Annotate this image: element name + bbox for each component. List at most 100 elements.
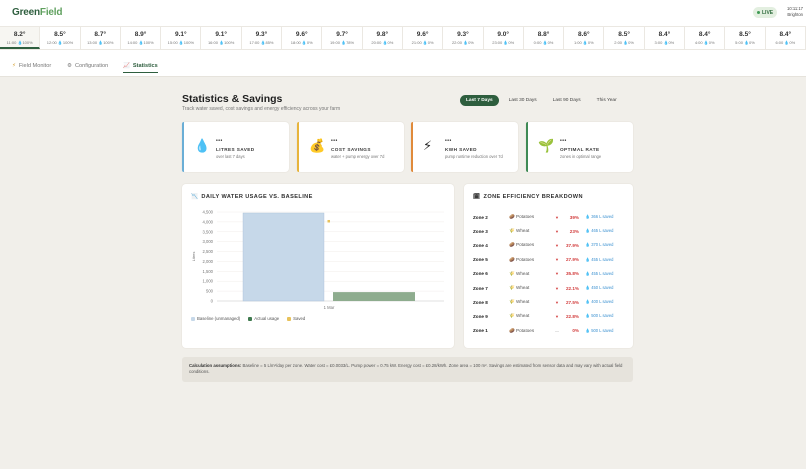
hour-forecast-item[interactable]: 8.5° 2:00 💧0% xyxy=(604,27,645,49)
zone-row[interactable]: Zone 7 🌾 Wheat ▼ 22.1% 💧 450 L saved xyxy=(473,283,623,293)
hour-precip: 0% xyxy=(508,40,515,45)
hour-forecast-item[interactable]: 8.9° 14:00 💧100% xyxy=(121,27,162,49)
card-label: OPTIMAL RATE xyxy=(560,147,600,152)
card-sub: zones in optimal range xyxy=(560,154,602,159)
app-logo[interactable]: GreenField xyxy=(12,7,62,18)
hour-meta: 21:00 💧0% xyxy=(403,40,442,45)
card-kwh-saved: ⚡ ••• KWH SAVED pump runtime reduction o… xyxy=(411,122,518,172)
legend-actual[interactable]: Actual usage xyxy=(248,316,279,321)
hour-precip: 0% xyxy=(468,40,474,45)
zone-row[interactable]: Zone 6 🌾 Wheat ▼ 35.8% 💧 455 L saved xyxy=(473,269,623,279)
hour-temperature: 8.8° xyxy=(537,31,550,38)
hour-meta: 17:00 💧85% xyxy=(242,40,281,45)
hour-meta: 18:00 💧0% xyxy=(282,40,321,45)
hour-forecast-item[interactable]: 8.6° 1:00 💧0% xyxy=(564,27,605,49)
hour-temperature: 9.6° xyxy=(295,31,308,38)
zone-row[interactable]: Zone 2 🥔 Potatoes ▼ 39% 💧 366 L saved xyxy=(473,212,623,222)
hour-time: 2:00 xyxy=(614,40,623,45)
hour-forecast-item[interactable]: 9.7° 19:00 💧78% xyxy=(322,27,363,49)
range-this-year[interactable]: This Year xyxy=(591,95,623,106)
hour-precip: 0% xyxy=(749,40,755,45)
y-tick-label: 4,500 xyxy=(203,210,214,215)
hourly-forecast-strip: 8.2° 11:00 💧100% 8.5° 12:00 💧100% 8.7° 13:00 … xyxy=(0,26,806,50)
hour-time: 16:00 xyxy=(207,40,218,45)
hour-meta: 19:00 💧78% xyxy=(322,40,361,45)
hour-precip: 100% xyxy=(183,40,195,45)
hour-precip: 0% xyxy=(628,40,634,45)
legend-baseline[interactable]: Baseline (unmanaged) xyxy=(191,316,240,321)
y-tick-label: 3,000 xyxy=(203,239,214,244)
zone-row[interactable]: Zone 4 🥔 Potatoes ▼ 37.9% 💧 370 L saved xyxy=(473,240,623,250)
hour-forecast-item[interactable]: 8.5° 12:00 💧100% xyxy=(40,27,81,49)
card-accent xyxy=(411,122,413,172)
y-tick-label: 500 xyxy=(206,289,214,294)
hour-forecast-item[interactable]: 8.5° 5:00 💧0% xyxy=(725,27,766,49)
zone-crop: 🥔 Potatoes xyxy=(509,214,535,219)
zone-reduction-pct: 22.1% xyxy=(565,285,579,291)
hour-forecast-item[interactable]: 8.4° 3:00 💧0% xyxy=(645,27,686,49)
gear-icon: ⚙ xyxy=(67,63,72,69)
hour-temperature: 9.1° xyxy=(175,31,187,38)
zone-row[interactable]: Zone 5 🥔 Potatoes ▼ 27.9% 💧 455 L saved xyxy=(473,255,623,265)
range-last-90-days[interactable]: Last 90 Days xyxy=(547,95,587,106)
hour-precip: 0% xyxy=(306,40,313,45)
card-sub: over last 7 days xyxy=(216,154,245,159)
hour-meta: 16:00 💧100% xyxy=(201,40,240,45)
hour-forecast-item[interactable]: 9.6° 18:00 💧0% xyxy=(282,27,323,49)
hour-forecast-item[interactable]: 8.4° 6:00 💧0% xyxy=(766,27,806,49)
hour-forecast-item[interactable]: 9.3° 22:00 💧0% xyxy=(443,27,484,49)
hour-temperature: 8.2° xyxy=(13,31,26,38)
tab-field-monitor[interactable]: ⚡ Field Monitor xyxy=(12,59,51,73)
hour-forecast-item[interactable]: 8.7° 13:00 💧100% xyxy=(81,27,121,49)
zone-litres-saved: 💧 455 L saved xyxy=(585,270,614,276)
water-usage-chart-panel: 📉 DAILY WATER USAGE VS. BASELINE 0 500 1,00… xyxy=(182,184,454,348)
trend-arrow-icon: — xyxy=(555,328,559,334)
hour-time: 0:00 xyxy=(533,40,542,45)
card-label: KWH SAVED xyxy=(445,147,477,152)
tab-configuration[interactable]: ⚙ Configuration xyxy=(67,59,108,73)
hour-forecast-item[interactable]: 9.1° 15:00 💧100% xyxy=(161,27,202,49)
card-optimal-rate: 🌱 ••• OPTIMAL RATE zones in optimal rang… xyxy=(526,122,633,172)
zone-name: Zone 7 xyxy=(473,285,488,291)
saved-marker xyxy=(327,219,330,223)
zone-name: Zone 4 xyxy=(473,242,488,248)
hour-time: 15:00 xyxy=(167,40,178,45)
hour-forecast-item[interactable]: 8.2° 11:00 💧100% xyxy=(0,27,41,49)
zone-litres-saved: 💧 500 L saved xyxy=(585,327,614,333)
hour-time: 17:00 xyxy=(249,40,260,45)
hour-forecast-item[interactable]: 9.3° 17:00 💧85% xyxy=(242,27,283,49)
hour-precip: 0% xyxy=(668,40,675,45)
hour-temperature: 8.4° xyxy=(658,31,671,38)
hour-time: 11:00 xyxy=(6,40,17,45)
zone-row[interactable]: Zone 9 🌾 Wheat ▼ 22.8% 💧 500 L saved xyxy=(473,311,623,321)
zone-row[interactable]: Zone 8 🌾 Wheat ▼ 27.5% 💧 400 L saved xyxy=(473,297,623,307)
hour-forecast-item[interactable]: 9.0° 23:00 💧0% xyxy=(484,27,524,49)
hour-forecast-item[interactable]: 9.8° 20:00 💧0% xyxy=(363,27,403,49)
zone-name: Zone 5 xyxy=(473,257,488,263)
zone-efficiency-panel: 🗓 ZONE EFFICIENCY BREAKDOWN Zone 2 🥔 Potat… xyxy=(464,184,633,348)
crop-icon: 🥔 xyxy=(509,242,515,248)
hour-temperature: 8.5° xyxy=(739,31,751,38)
zone-name: Zone 6 xyxy=(473,271,488,277)
hour-meta: 11:00 💧100% xyxy=(0,40,39,45)
tab-statistics[interactable]: 📈 Statistics xyxy=(123,59,158,73)
hour-forecast-item[interactable]: 8.4° 4:00 💧0% xyxy=(685,27,726,49)
hour-meta: 1:00 💧0% xyxy=(564,40,603,45)
hour-forecast-item[interactable]: 8.8° 0:00 💧0% xyxy=(524,27,565,49)
range-last-7-days[interactable]: Last 7 Days xyxy=(460,95,499,106)
y-tick-label: 1,500 xyxy=(203,269,214,274)
hour-temperature: 9.1° xyxy=(215,31,227,38)
hour-precip: 85% xyxy=(265,40,274,45)
live-dot-icon xyxy=(757,11,760,14)
card-value: ••• xyxy=(445,138,452,144)
water-usage-chart: 0 500 1,000 1,500 2,000 2,500 3,000 3,500 4,000 4… xyxy=(191,210,444,310)
zone-reduction-pct: 27.9% xyxy=(565,257,579,263)
hour-time: 12:00 xyxy=(46,40,57,45)
zone-row[interactable]: Zone 1 🥔 Potatoes — 0% 💧 500 L saved xyxy=(473,326,623,336)
hour-forecast-item[interactable]: 9.1° 16:00 💧100% xyxy=(201,27,242,49)
range-last-30-days[interactable]: Last 30 Days xyxy=(503,95,543,106)
hour-forecast-item[interactable]: 9.6° 21:00 💧0% xyxy=(403,27,444,49)
legend-saved[interactable]: Saved xyxy=(287,316,305,321)
zone-row[interactable]: Zone 3 🌾 Wheat ▼ 23% 💧 465 L saved xyxy=(473,226,623,236)
main-nav: ⚡ Field Monitor ⚙ Configuration 📈 Statistic… xyxy=(0,50,806,77)
